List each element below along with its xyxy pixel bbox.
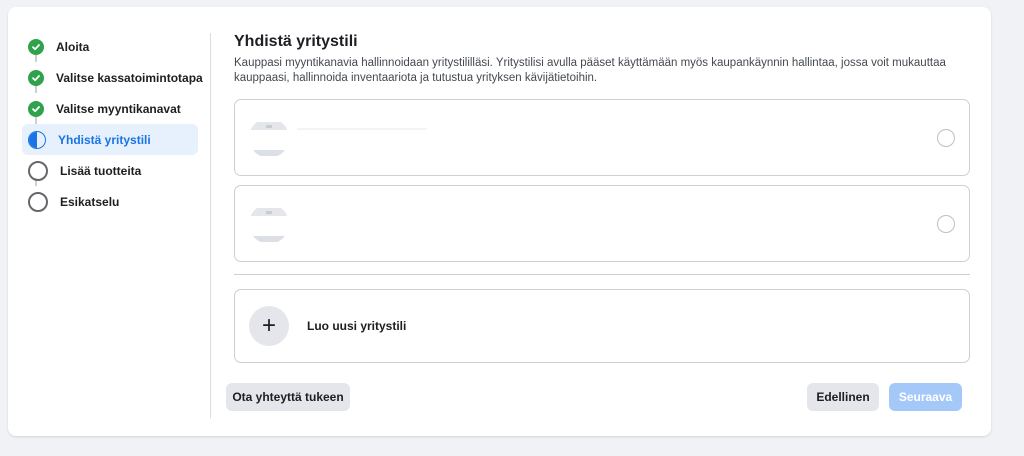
step-label: Aloita (56, 39, 90, 54)
step-label: Valitse myyntikanavat (56, 101, 181, 116)
step-label: Esikatselu (60, 194, 120, 209)
contact-support-button[interactable]: Ota yhteyttä tukeen (226, 383, 350, 411)
page-title: Yhdistä yritystili (234, 33, 358, 50)
next-button[interactable]: Seuraava (889, 383, 962, 411)
section-divider (234, 274, 970, 275)
check-circle-icon (28, 69, 44, 86)
step-valitse-kassatoimintotapa[interactable]: Valitse kassatoimintotapa (22, 62, 203, 93)
business-account-option[interactable] (234, 185, 970, 262)
check-circle-icon (28, 100, 44, 117)
previous-button[interactable]: Edellinen (807, 383, 879, 411)
step-label: Lisää tuotteita (60, 163, 142, 178)
step-esikatselu[interactable]: Esikatselu (22, 186, 202, 217)
page-description: Kauppasi myyntikanavia hallinnoidaan yri… (234, 57, 946, 84)
create-business-account[interactable]: + Luo uusi yritystili (234, 289, 970, 363)
empty-circle-icon (28, 191, 48, 212)
step-aloita[interactable]: Aloita (22, 31, 202, 62)
step-valitse-myyntikanavat[interactable]: Valitse myyntikanavat (22, 93, 202, 124)
step-yhdista-yritystili[interactable]: Yhdistä yritystili (22, 124, 198, 155)
account-radio[interactable] (937, 129, 955, 147)
briefcase-icon (249, 204, 289, 244)
sidebar-divider (210, 33, 211, 418)
account-radio[interactable] (937, 215, 955, 233)
empty-circle-icon (28, 160, 48, 181)
account-name-placeholder (297, 128, 427, 130)
setup-card: Aloita Valitse kassatoimintotapa Valitse… (8, 7, 991, 436)
step-label: Yhdistä yritystili (58, 132, 151, 147)
step-label: Valitse kassatoimintotapa (56, 70, 203, 85)
briefcase-icon (249, 118, 289, 158)
half-circle-icon (28, 130, 46, 149)
check-circle-icon (28, 38, 44, 55)
plus-icon: + (249, 306, 289, 346)
main-panel: Yhdistä yritystili Kauppasi myyntikanavi… (234, 33, 970, 363)
step-lisaa-tuotteita[interactable]: Lisää tuotteita (22, 155, 202, 186)
create-account-label: Luo uusi yritystili (307, 319, 407, 333)
business-account-option[interactable] (234, 99, 970, 176)
setup-steps: Aloita Valitse kassatoimintotapa Valitse… (22, 31, 203, 217)
